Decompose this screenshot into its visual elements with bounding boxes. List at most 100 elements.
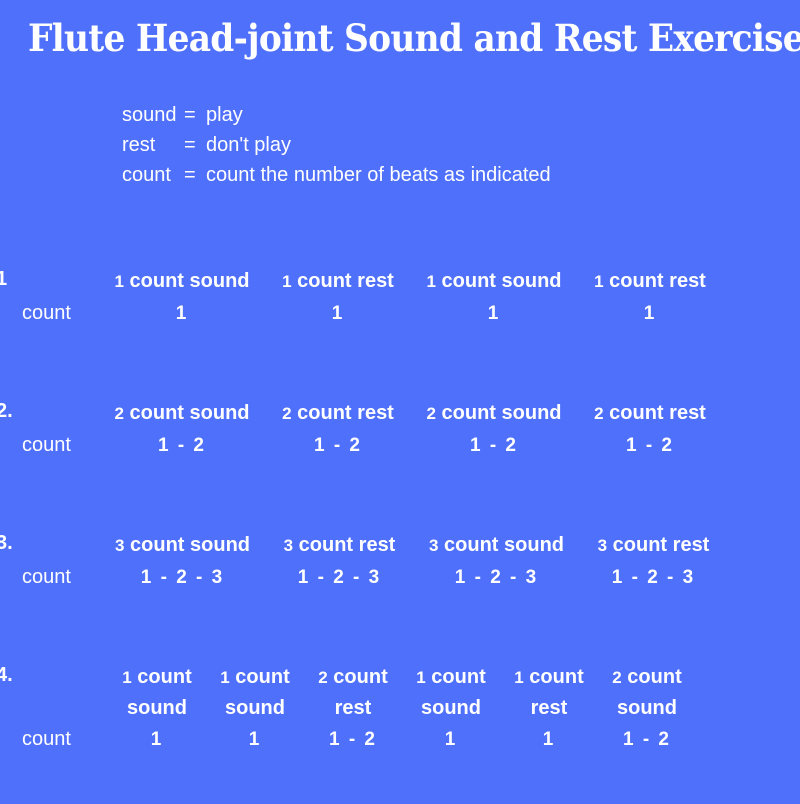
column-unit: count	[297, 402, 352, 424]
exercise-column: 2 count rest 1 - 2	[572, 398, 728, 459]
exercise-count-label-3: count	[22, 566, 71, 588]
column-unit: count	[609, 402, 664, 424]
exercise-number-4: 4.	[0, 664, 13, 686]
column-action: sound	[225, 697, 285, 719]
legend-definition-sound: play	[206, 104, 243, 126]
column-action: sound	[617, 697, 677, 719]
exercise-row-4: 4. count 1 count sound 1 1 count sound 1 2…	[0, 654, 800, 804]
exercise-column: 3 count sound 1 - 2 - 3	[418, 530, 575, 591]
exercise-column: 3 count rest 1 - 2 - 3	[261, 530, 418, 591]
column-action: sound	[189, 270, 250, 292]
legend-row-count: count = count the number of beats as ind…	[122, 160, 551, 190]
exercise-column: 1 count rest 1	[260, 266, 416, 327]
column-heading: 2 count rest	[304, 662, 402, 723]
column-action: rest	[334, 697, 372, 719]
column-unit: count	[431, 666, 486, 688]
column-unit: count	[627, 666, 682, 688]
column-action: sound	[189, 402, 250, 424]
column-unit: count	[298, 534, 354, 556]
exercise-columns-3: 3 count sound 1 - 2 - 3 3 count rest 1 -…	[104, 530, 732, 591]
column-heading: 2 count rest	[260, 398, 416, 429]
column-heading: 1 count sound	[416, 266, 572, 297]
exercise-list: 1 count 1 count sound 1 1 count rest 1 1…	[0, 258, 800, 804]
column-action: rest	[672, 534, 710, 556]
column-count-number: 1	[122, 668, 132, 687]
exercise-column: 1 count sound 1	[206, 662, 304, 753]
exercise-column: 3 count rest 1 - 2 - 3	[575, 530, 732, 591]
exercise-column: 2 count sound 1 - 2	[598, 662, 696, 753]
column-unit: count	[609, 270, 664, 292]
column-unit: count	[529, 666, 584, 688]
exercise-columns-4: 1 count sound 1 1 count sound 1 2 count res…	[108, 662, 696, 753]
column-action: rest	[669, 402, 706, 424]
column-action: sound	[421, 697, 481, 719]
column-beats: 1 - 2	[625, 435, 675, 456]
column-beats: 1 - 2	[469, 435, 519, 456]
column-unit: count	[235, 666, 290, 688]
column-beats: 1	[643, 303, 657, 324]
exercise-column: 1 count sound 1	[104, 266, 260, 327]
exercise-count-label-2: count	[22, 434, 71, 456]
column-unit: count	[612, 534, 668, 556]
column-unit: count	[129, 270, 184, 292]
column-unit: count	[130, 534, 185, 556]
column-heading: 1 count rest	[500, 662, 598, 723]
column-action: sound	[190, 534, 251, 556]
exercise-column: 1 count sound 1	[402, 662, 500, 753]
column-count-number: 1	[282, 272, 292, 291]
column-count-number: 3	[283, 536, 294, 555]
column-count-number: 1	[416, 668, 426, 687]
column-heading: 2 count sound	[104, 398, 260, 429]
column-unit: count	[297, 270, 352, 292]
column-count-number: 2	[426, 404, 436, 423]
column-heading: 1 count rest	[572, 266, 728, 297]
column-count-number: 1	[514, 668, 524, 687]
legend-term-count: count	[122, 164, 171, 186]
column-action: sound	[127, 697, 187, 719]
column-beats: 1	[175, 303, 189, 324]
column-beats: 1	[487, 303, 501, 324]
column-beats: 1	[248, 729, 262, 750]
legend-block: sound = play rest = don't play count = c…	[122, 100, 551, 190]
column-heading: 1 count rest	[260, 266, 416, 297]
legend-definition-count: count the number of beats as indicated	[206, 164, 551, 186]
page-title: Flute Head-joint Sound and Rest Exercise…	[28, 16, 800, 60]
column-heading: 1 count sound	[108, 662, 206, 723]
legend-equals-count: =	[184, 164, 196, 186]
exercise-columns-1: 1 count sound 1 1 count rest 1 1 count s…	[104, 266, 728, 327]
column-count-number: 1	[220, 668, 230, 687]
exercise-row-2: 2. count 2 count sound 1 - 2 2 count res…	[0, 390, 800, 522]
exercise-column: 1 count rest 1	[572, 266, 728, 327]
column-heading: 2 count rest	[572, 398, 728, 429]
slide-root: Flute Head-joint Sound and Rest Exercise…	[0, 0, 800, 800]
exercise-count-label-1: count	[22, 302, 71, 324]
exercise-column: 2 count sound 1 - 2	[416, 398, 572, 459]
column-count-number: 2	[114, 404, 124, 423]
column-heading: 3 count sound	[104, 530, 261, 561]
column-beats: 1	[542, 729, 556, 750]
exercise-number-1: 1	[0, 268, 8, 290]
column-unit: count	[129, 402, 184, 424]
column-heading: 2 count sound	[598, 662, 696, 723]
column-heading: 1 count sound	[402, 662, 500, 723]
column-beats: 1	[444, 729, 458, 750]
column-count-number: 2	[282, 404, 292, 423]
column-heading: 3 count rest	[575, 530, 732, 561]
column-unit: count	[444, 534, 499, 556]
column-beats: 1 - 2 - 3	[297, 567, 382, 588]
column-heading: 1 count sound	[206, 662, 304, 723]
column-count-number: 3	[597, 536, 608, 555]
column-unit: count	[333, 666, 388, 688]
column-action: rest	[358, 534, 396, 556]
exercise-row-1: 1 count 1 count sound 1 1 count rest 1 1…	[0, 258, 800, 390]
exercise-column: 1 count sound 1	[416, 266, 572, 327]
column-beats: 1 - 2	[157, 435, 207, 456]
column-unit: count	[441, 270, 496, 292]
column-action: rest	[357, 270, 394, 292]
legend-definition-rest: don't play	[206, 134, 291, 156]
column-action: rest	[530, 697, 568, 719]
exercise-number-2: 2.	[0, 400, 13, 422]
column-beats: 1 - 2 - 3	[140, 567, 225, 588]
column-count-number: 1	[114, 272, 124, 291]
column-beats: 1 - 2	[313, 435, 363, 456]
